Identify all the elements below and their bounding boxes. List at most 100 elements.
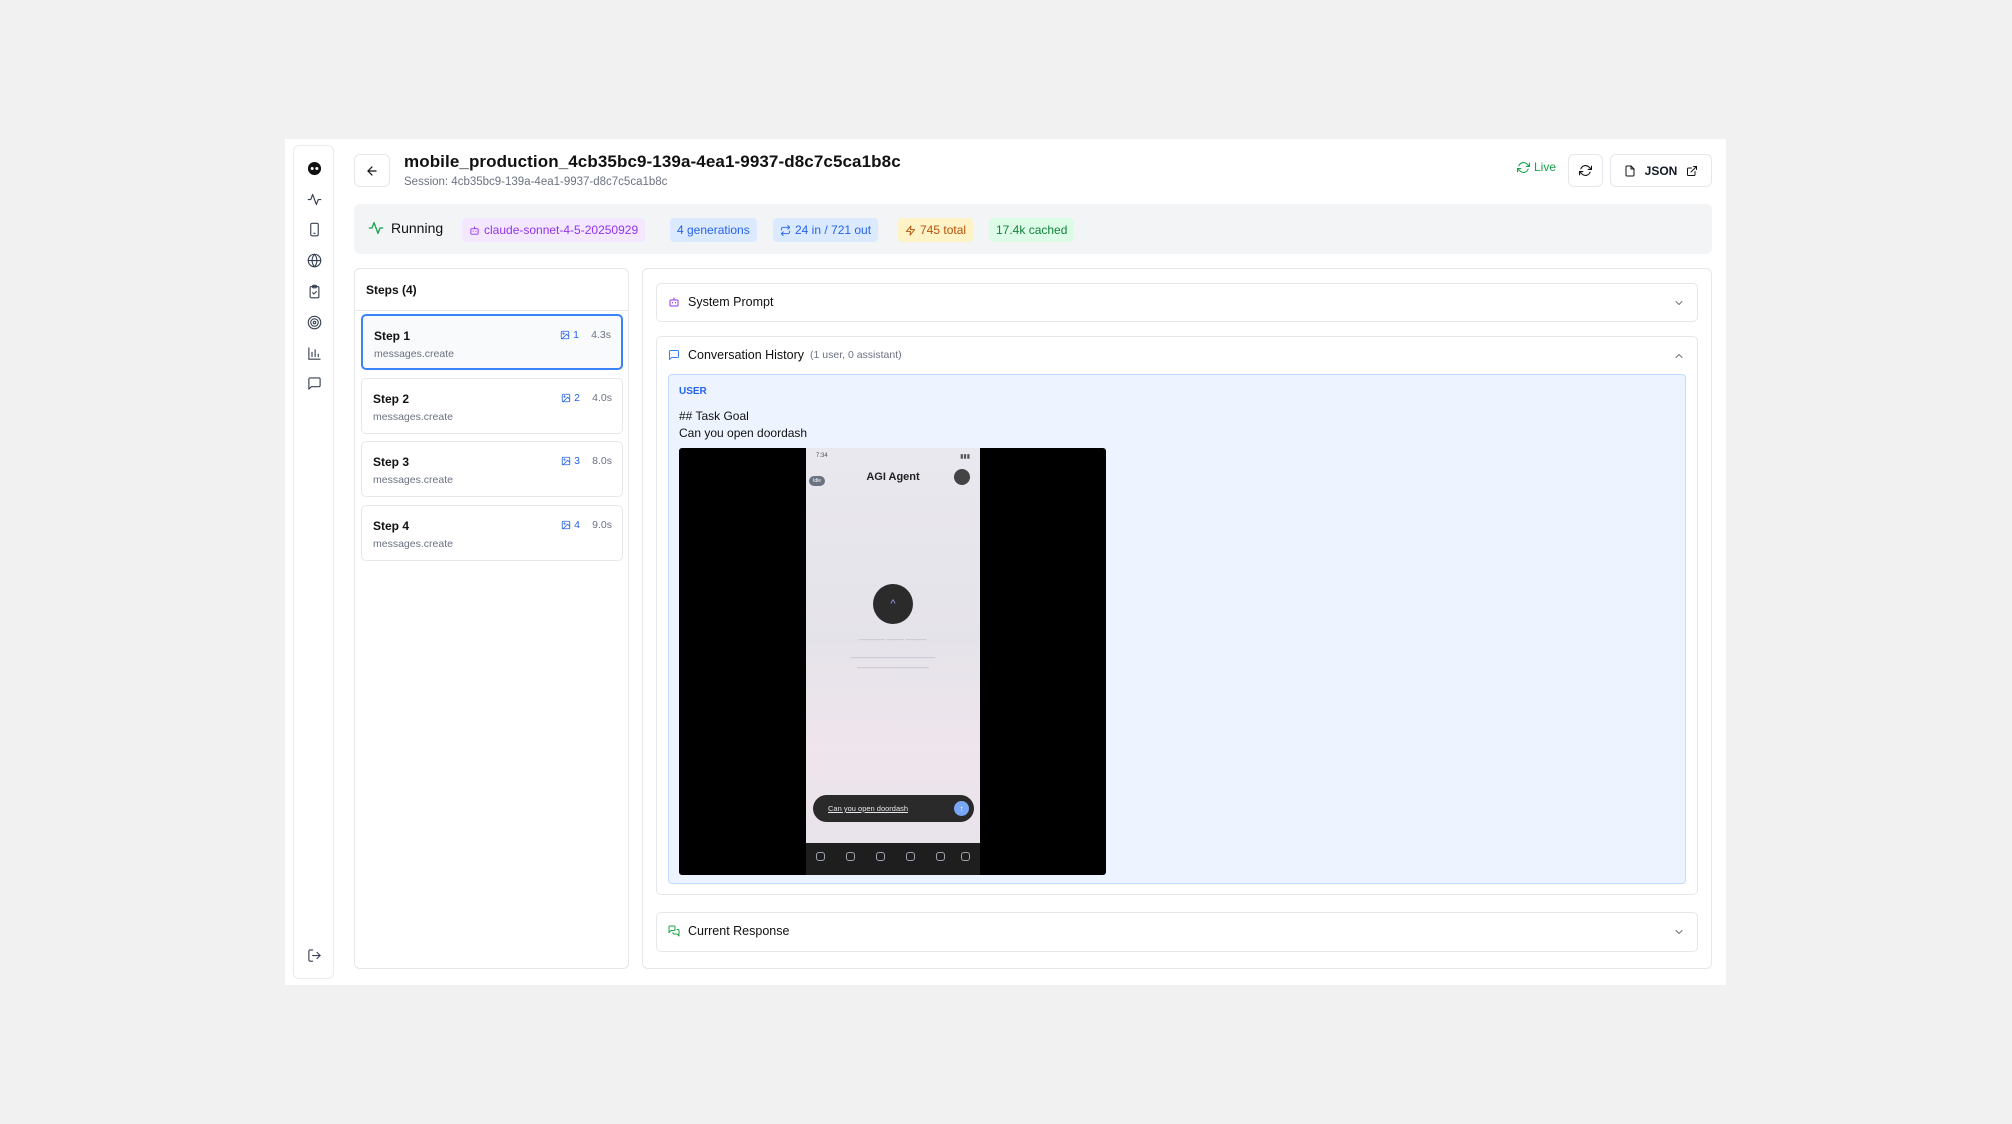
agent-orb-icon: ^ — [873, 584, 913, 624]
cached-badge: 17.4k cached — [989, 218, 1075, 242]
step-image-count-label: 1 — [573, 329, 579, 341]
step-item-3[interactable]: Step 3 messages.create 3 8.0s — [361, 441, 623, 497]
current-response-header: Current Response — [668, 924, 789, 938]
avatar — [954, 469, 970, 485]
conversation-header[interactable]: Conversation History (1 user, 0 assistan… — [668, 348, 902, 362]
target-icon[interactable] — [302, 310, 326, 334]
nav-icon — [846, 852, 855, 861]
phone-nav-bar — [806, 843, 980, 875]
image-icon — [560, 330, 570, 340]
step-item-4[interactable]: Step 4 messages.create 4 9.0s — [361, 505, 623, 561]
bar-chart-icon[interactable] — [302, 341, 326, 365]
tokens-io-label: 24 in / 721 out — [795, 223, 872, 237]
generations-badge: 4 generations — [670, 218, 757, 242]
page-title: mobile_production_4cb35bc9-139a-4ea1-993… — [404, 152, 901, 171]
step-title: Step 2 — [373, 392, 410, 406]
conversation-section: Conversation History (1 user, 0 assistan… — [656, 336, 1698, 895]
nav-icon — [906, 852, 915, 861]
run-status-label: Running — [391, 220, 444, 236]
session-id: Session: 4cb35bc9-139a-4ea1-9937-d8c7c5c… — [404, 176, 668, 188]
steps-header: Steps (4) — [366, 283, 417, 297]
file-icon — [1625, 165, 1635, 176]
live-label: Live — [1534, 160, 1557, 174]
step-image-count-label: 2 — [574, 392, 580, 404]
nav-icon — [876, 852, 885, 861]
clipboard-check-icon[interactable] — [302, 279, 326, 303]
total-tokens-label: 745 total — [920, 223, 967, 237]
message-icon[interactable] — [302, 371, 326, 395]
system-prompt-label: System Prompt — [688, 295, 774, 309]
step-item-2[interactable]: Step 2 messages.create 2 4.0s — [361, 378, 623, 434]
step-image-count-label: 4 — [574, 519, 580, 531]
phone-input-text: Can you open doordash — [828, 804, 909, 813]
chevron-up-icon[interactable] — [1673, 349, 1685, 361]
send-icon: ↑ — [954, 801, 969, 816]
total-tokens-badge: 745 total — [898, 218, 974, 242]
zap-icon — [905, 224, 916, 236]
json-button[interactable]: JSON — [1610, 154, 1712, 187]
step-image-count: 1 — [560, 329, 579, 341]
steps-panel: Steps (4) Step 1 messages.create 1 4.3s … — [354, 268, 629, 969]
message-line: ## Task Goal — [679, 409, 749, 423]
screen-frame: mobile_production_4cb35bc9-139a-4ea1-993… — [0, 0, 2012, 1124]
step-duration: 4.0s — [592, 392, 612, 404]
phone-faded-text: ━━━━━━ ━━━━ ━━━━━ — [859, 637, 927, 644]
message-icon — [669, 350, 679, 360]
back-button[interactable] — [354, 154, 390, 187]
refresh-icon — [1579, 165, 1592, 176]
bot-icon — [470, 225, 479, 235]
external-link-icon — [1687, 165, 1698, 176]
divider — [355, 310, 628, 311]
message-screenshot[interactable]: 7:34 ▮▮▮ Idle AGI Agent ^ ━━━━━━ ━━━━ ━━… — [679, 448, 1106, 875]
message-role: USER — [679, 386, 707, 397]
current-response-label: Current Response — [688, 924, 790, 938]
activity-icon[interactable] — [302, 187, 326, 211]
chevron-down-icon[interactable] — [1673, 925, 1685, 937]
icon-rail — [293, 145, 334, 979]
json-label: JSON — [1644, 163, 1678, 178]
chevron-down-icon[interactable] — [1673, 296, 1685, 308]
step-duration: 8.0s — [592, 455, 612, 467]
status-bar: Running claude-sonnet-4-5-20250929 4 gen… — [354, 204, 1712, 254]
nav-icon — [816, 852, 825, 861]
messages-icon — [668, 925, 680, 937]
live-indicator[interactable]: Live — [1517, 160, 1556, 174]
step-title: Step 4 — [373, 519, 410, 533]
refresh-button[interactable] — [1568, 154, 1603, 187]
system-prompt-section[interactable]: System Prompt — [656, 283, 1698, 322]
conversation-label: Conversation History — [688, 348, 805, 362]
system-prompt-header: System Prompt — [668, 295, 773, 309]
current-response-section[interactable]: Current Response — [656, 912, 1698, 952]
step-item-1[interactable]: Step 1 messages.create 1 4.3s — [361, 314, 623, 370]
step-method: messages.create — [373, 538, 453, 550]
step-title: Step 1 — [374, 329, 411, 343]
step-title: Step 3 — [373, 455, 410, 469]
refresh-live-icon — [1517, 161, 1530, 173]
step-image-count: 4 — [561, 519, 580, 531]
conversation-count: (1 user, 0 assistant) — [810, 349, 902, 361]
activity-status-icon — [368, 222, 384, 234]
model-badge: claude-sonnet-4-5-20250929 — [462, 218, 646, 242]
step-duration: 4.3s — [591, 329, 611, 341]
app-window: mobile_production_4cb35bc9-139a-4ea1-993… — [285, 139, 1726, 985]
phone-screen: 7:34 ▮▮▮ Idle AGI Agent ^ ━━━━━━ ━━━━ ━━… — [806, 448, 980, 875]
phone-faded-text: ━━━━━━━━━━━━━━━━━━━━ — [850, 655, 936, 662]
bot-icon — [669, 297, 679, 307]
tokens-io-badge: 24 in / 721 out — [773, 218, 879, 242]
detail-panel: System Prompt Conversation History (1 us… — [642, 268, 1712, 969]
swap-icon — [780, 224, 791, 236]
mobile-icon[interactable] — [302, 217, 326, 241]
logout-icon[interactable] — [302, 943, 326, 967]
cached-label: 17.4k cached — [996, 223, 1068, 237]
step-method: messages.create — [374, 348, 454, 360]
model-badge-label: claude-sonnet-4-5-20250929 — [484, 223, 639, 237]
step-image-count-label: 3 — [574, 455, 580, 467]
step-image-count: 3 — [561, 455, 580, 467]
logo-icon[interactable] — [302, 156, 326, 180]
globe-icon[interactable] — [302, 248, 326, 272]
image-icon — [561, 520, 571, 530]
phone-status-time: 7:34 — [816, 453, 828, 459]
nav-icon — [936, 852, 945, 861]
step-method: messages.create — [373, 474, 453, 486]
phone-chat-input: Can you open doordash ↑ — [813, 795, 974, 822]
